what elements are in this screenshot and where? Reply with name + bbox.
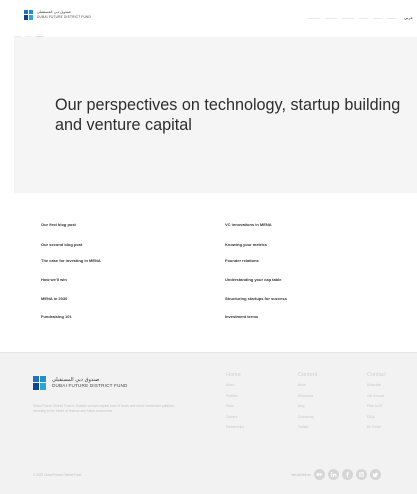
nav-item[interactable]: ———— [325,16,337,20]
blog-post-link[interactable]: Founder relations [225,258,259,263]
footer-link[interactable]: Team [226,404,244,415]
footer-column-home: Home About Portfolio Team Careers Partne… [226,372,244,436]
blog-post-link[interactable]: VC innovations in MENA [225,222,272,227]
footer-link[interactable]: Subscribe [367,383,386,394]
site-logo[interactable]: صندوق دبي المستقبلي DUBAI FUTURE DISTRIC… [24,10,91,20]
nav-item[interactable]: ——— [373,16,382,20]
instagram-icon[interactable] [356,469,367,480]
footer-link[interactable]: FAQs [367,415,386,426]
footer-description: Dubai Future District Fund is Dubai's ve… [33,404,175,413]
footer-link[interactable]: Resources [298,394,317,405]
blog-post-link[interactable]: MENA in 2030 [41,296,67,301]
footer-column-title[interactable]: Home [226,372,244,378]
main-nav: ———— ———— ———— ——— ——— ——— عربي [308,15,413,20]
footer-link[interactable]: Community [298,415,317,426]
breadcrumb-item[interactable]: ——— [14,35,22,38]
twitter-icon[interactable] [370,469,381,480]
blog-post-link[interactable]: Our second blog post [41,242,82,247]
nav-item[interactable]: ——— [359,16,368,20]
footer-link[interactable]: About [226,383,244,394]
footer-link[interactable]: Portfolio [226,394,244,405]
footer-link[interactable]: DF Portal [367,425,386,436]
logo-mark-icon [33,376,47,390]
footer-logo-arabic-text: صندوق دبي المستقبلي [52,376,100,383]
blog-post-link[interactable]: Investment terms [225,314,258,319]
footer-column-contact: Contact Subscribe Get in touch Pitch to … [367,372,386,436]
footer-column-title[interactable]: Content [298,372,317,378]
blog-post-link[interactable]: How we'll win [41,277,67,282]
blog-post-link[interactable]: Understanding your cap table [225,277,281,282]
logo-english-text: DUBAI FUTURE DISTRICT FUND [37,14,92,19]
medium-icon[interactable] [314,469,325,480]
page-title: Our perspectives on technology, startup … [55,96,401,134]
logo-mark-icon [24,10,33,20]
page: صندوق دبي المستقبلي DUBAI FUTURE DISTRIC… [0,0,417,494]
social-links [314,469,381,480]
facebook-icon[interactable] [342,469,353,480]
site-header: صندوق دبي المستقبلي DUBAI FUTURE DISTRIC… [0,0,417,33]
contact-email-link[interactable]: hello@dfdf.ae [291,473,311,477]
nav-item[interactable]: ———— [308,16,320,20]
site-footer: صندوق دبي المستقبلي DUBAI FUTURE DISTRIC… [0,352,417,494]
blog-post-link[interactable]: Structuring startups for success [225,296,287,301]
copyright-text: © 2022 Dubai Future District Fund [33,473,82,477]
footer-logo[interactable]: صندوق دبي المستقبلي DUBAI FUTURE DISTRIC… [33,376,128,390]
breadcrumb-current: ——— [35,35,44,38]
blog-post-link[interactable]: Fundraising 101 [41,314,72,319]
linkedin-icon[interactable] [328,469,339,480]
footer-logo-english-text: DUBAI FUTURE DISTRICT FUND [52,382,128,388]
nav-item[interactable]: ——— [387,16,396,20]
footer-link[interactable]: Partnerships [226,425,244,436]
footer-link[interactable]: Get in touch [367,394,386,405]
footer-link[interactable]: News [298,383,317,394]
blog-post-link[interactable]: The case for investing in MENA [41,258,101,263]
breadcrumb-item[interactable]: ——— [25,35,33,38]
breadcrumb: ——— ——— ——— [14,35,43,38]
language-switch[interactable]: عربي [404,15,413,20]
footer-link[interactable]: Careers [226,415,244,426]
nav-item[interactable]: ———— [342,16,354,20]
footer-column-content: Content News Resources Blog Community To… [298,372,317,436]
blog-post-link[interactable]: Knowing your metrics [225,242,267,247]
footer-link[interactable]: Pitch to DF [367,404,386,415]
blog-post-link[interactable]: Our first blog post [41,222,76,227]
footer-link[interactable]: Blog [298,404,317,415]
hero-section: Our perspectives on technology, startup … [14,37,417,193]
footer-column-title[interactable]: Contact [367,372,386,378]
footer-link[interactable]: Toolkits [298,425,317,436]
